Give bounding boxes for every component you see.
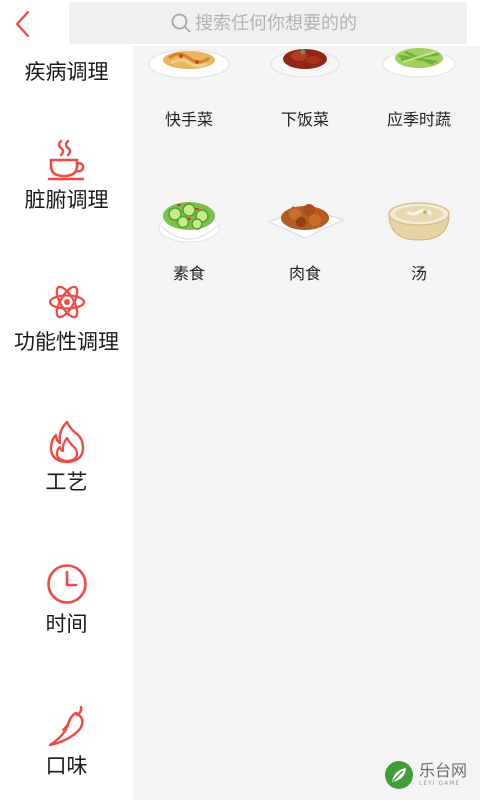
food-label: 应季时蔬 — [386, 110, 451, 129]
flame-icon — [45, 420, 89, 464]
food-label: 素食 — [172, 264, 205, 283]
sidebar-item-label: 时间 — [45, 612, 88, 636]
noodle-dish-icon — [148, 49, 230, 79]
sidebar-item-label: 脏腑调理 — [24, 188, 109, 212]
sidebar-item-label: 口味 — [45, 754, 88, 778]
leaf-logo-icon — [385, 761, 413, 789]
food-label: 汤 — [410, 264, 427, 283]
sidebar-item-time[interactable]: 时间 — [0, 562, 133, 682]
search-icon — [171, 13, 191, 33]
green-vegetable-icon — [382, 48, 456, 78]
food-label: 下饭菜 — [280, 110, 329, 129]
search-bar[interactable] — [69, 2, 467, 44]
chevron-left-icon — [15, 10, 30, 38]
cucumber-salad-icon — [158, 202, 220, 243]
sidebar-item-organs[interactable]: 脏腑调理 — [0, 138, 133, 258]
sidebar-item-functional[interactable]: 功能性调理 — [0, 280, 133, 400]
top-bar — [0, 0, 480, 46]
food-item-quick[interactable]: 快手菜 — [133, 46, 245, 142]
food-label: 肉食 — [288, 264, 321, 283]
site-watermark: 乐台网 LEYI GAME — [383, 756, 475, 794]
watermark-title: 乐台网 — [419, 760, 468, 780]
clock-icon — [45, 562, 89, 606]
food-item-meat[interactable]: 肉食 — [249, 186, 361, 296]
soup-bowl-icon — [388, 202, 450, 241]
back-button[interactable] — [6, 4, 38, 44]
sidebar-item-label: 工艺 — [45, 470, 88, 494]
food-item-soup[interactable]: 汤 — [363, 186, 475, 296]
sidebar-item-taste[interactable]: 口味 — [0, 704, 133, 800]
app-screen: 疾病调理 脏腑调理 功能性调理 工艺 时间 口味 快手菜 下饭菜 应季时蔬 素食… — [0, 0, 480, 800]
sidebar-item-label: 功能性调理 — [14, 330, 119, 354]
sidebar-item-label: 疾病调理 — [24, 60, 109, 84]
food-item-rice-dish[interactable]: 下饭菜 — [249, 46, 361, 142]
category-sidebar[interactable]: 疾病调理 脏腑调理 功能性调理 工艺 时间 口味 — [0, 0, 133, 800]
search-input[interactable] — [195, 12, 365, 34]
food-item-vegetarian[interactable]: 素食 — [133, 186, 245, 296]
atom-icon — [45, 280, 89, 324]
food-item-seasonal[interactable]: 应季时蔬 — [363, 46, 475, 142]
food-label: 快手菜 — [164, 110, 213, 129]
teacup-icon — [45, 138, 89, 182]
sidebar-item-craft[interactable]: 工艺 — [0, 420, 133, 540]
meat-dish-icon — [267, 204, 345, 239]
watermark-subtitle: LEYI GAME — [419, 779, 461, 787]
chili-icon — [45, 704, 89, 748]
food-category-panel: 快手菜 下饭菜 应季时蔬 素食 肉食 汤 — [133, 46, 480, 800]
braised-pork-icon — [270, 49, 340, 78]
